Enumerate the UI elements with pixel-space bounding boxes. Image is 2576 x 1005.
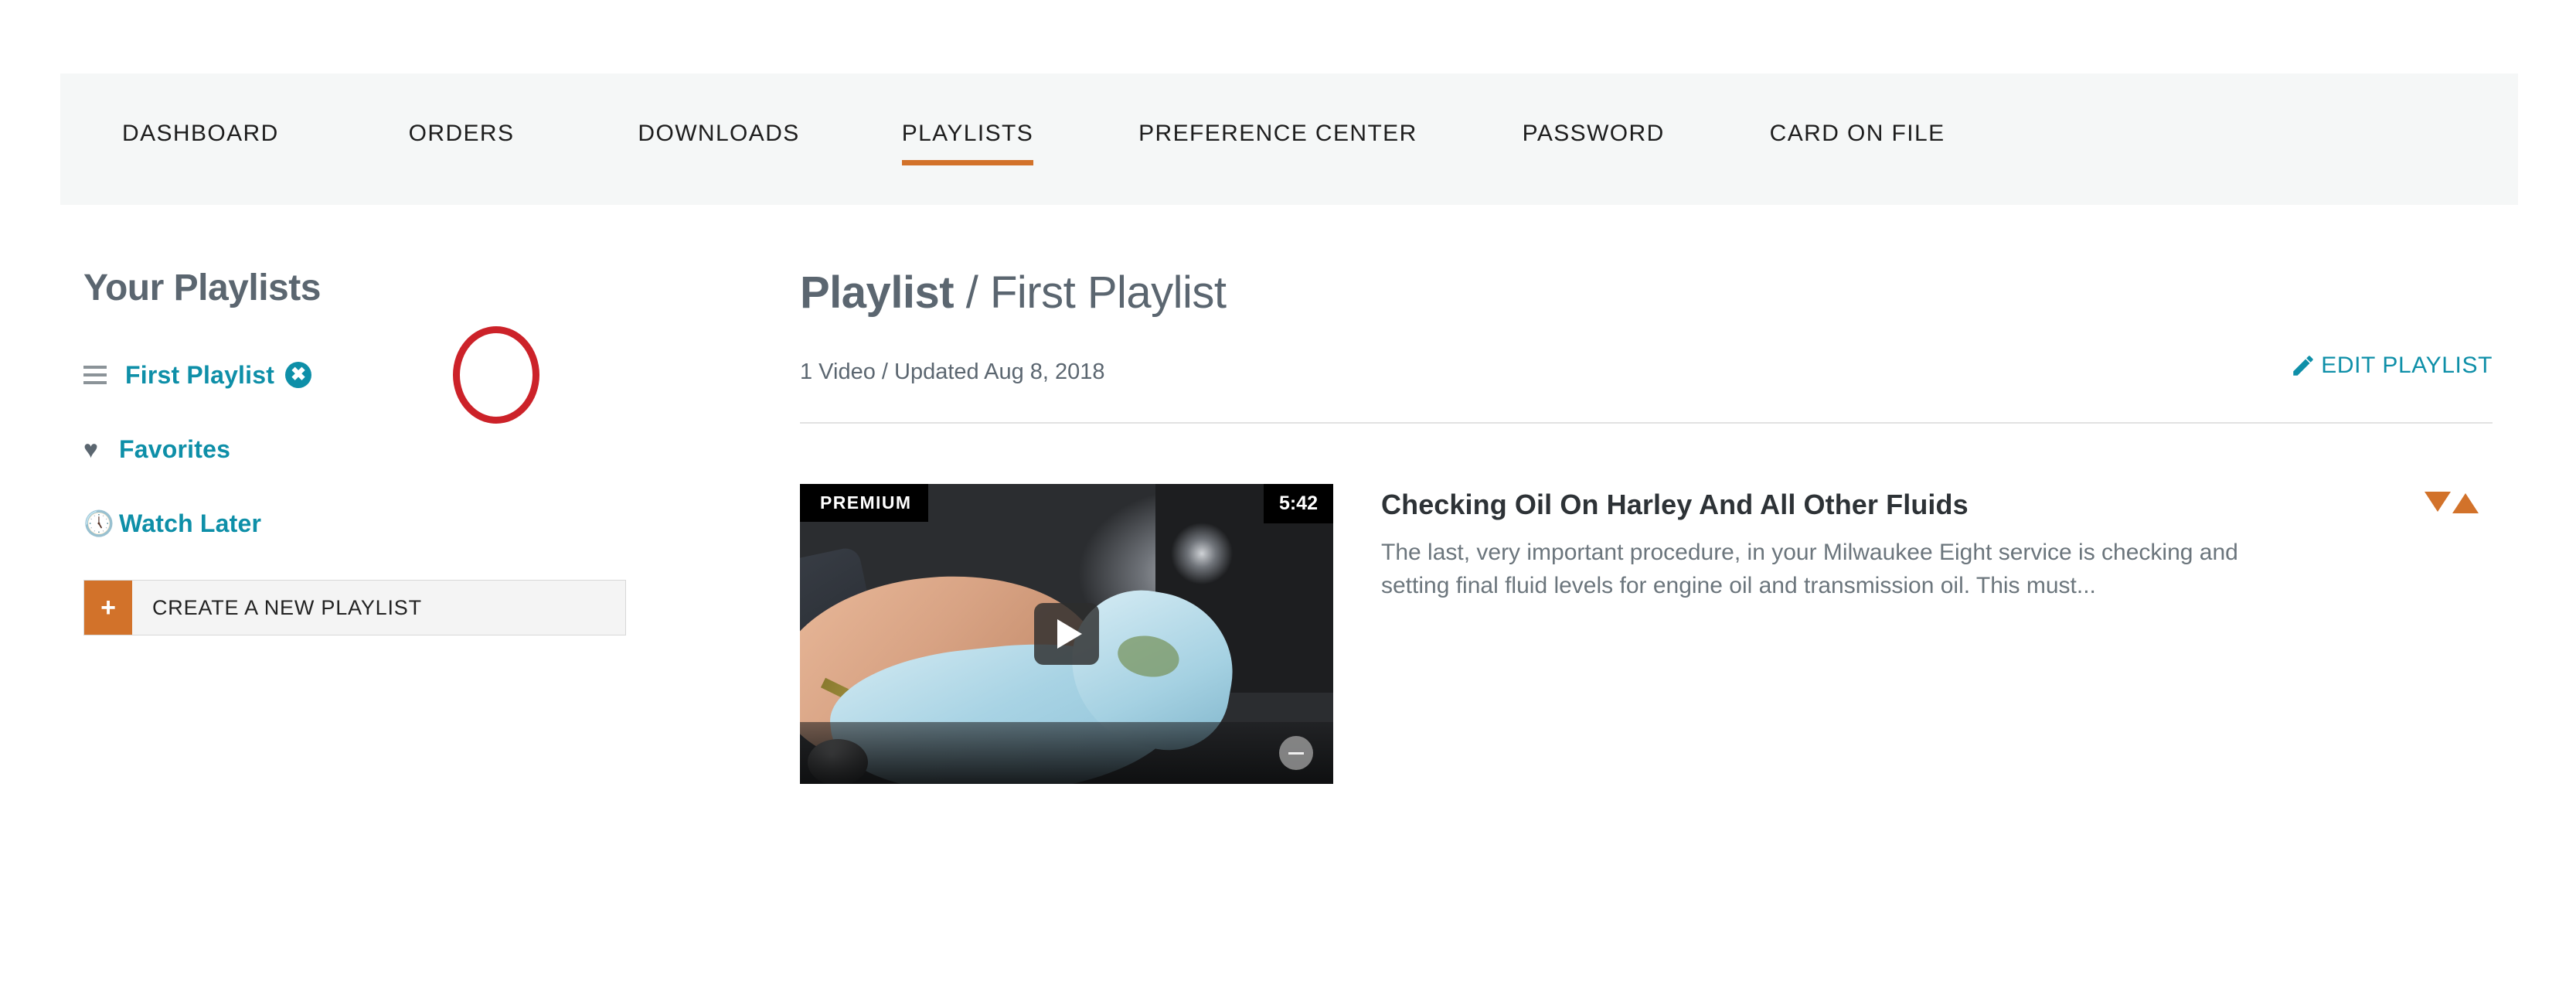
arrow-down-icon[interactable]: [2425, 492, 2451, 512]
tab-orders[interactable]: ORDERS: [409, 121, 515, 158]
clock-icon: 🕔: [83, 509, 114, 537]
edit-playlist-link[interactable]: EDIT PLAYLIST: [2290, 353, 2493, 379]
more-options-icon[interactable]: [1279, 736, 1313, 770]
video-thumbnail[interactable]: PREMIUM 5:42: [800, 484, 1333, 784]
duration-badge: 5:42: [1263, 484, 1333, 523]
tab-downloads[interactable]: DOWNLOADS: [638, 121, 799, 158]
playlists-sidebar: Your Playlists First Playlist ✖ ♥ Favori…: [83, 267, 725, 635]
video-description: The last, very important procedure, in y…: [1381, 540, 2238, 598]
tab-card-on-file[interactable]: CARD ON FILE: [1770, 121, 1945, 158]
tab-password[interactable]: PASSWORD: [1523, 121, 1665, 158]
playlist-video-row: PREMIUM 5:42 Checking Oil On Harley And …: [800, 484, 2493, 784]
sidebar-item-favorites[interactable]: ♥ Favorites: [83, 431, 725, 467]
play-icon[interactable]: [1034, 603, 1099, 665]
edit-playlist-label: EDIT PLAYLIST: [2321, 353, 2493, 378]
sidebar-item-watch-later[interactable]: 🕔 Watch Later: [83, 506, 725, 541]
thumbnail-lower-bar: [800, 722, 1333, 784]
sidebar-title: Your Playlists: [83, 267, 321, 308]
page-body: Your Playlists First Playlist ✖ ♥ Favori…: [0, 205, 2576, 1005]
delete-playlist-icon[interactable]: ✖: [285, 362, 312, 388]
tab-playlists[interactable]: PLAYLISTS: [901, 121, 1034, 165]
plus-icon: +: [84, 581, 132, 635]
sidebar-item-label[interactable]: Favorites: [119, 435, 230, 464]
page-title-prefix: Playlist: [800, 267, 955, 318]
playlist-detail: Playlist / First Playlist 1 Video / Upda…: [800, 267, 2493, 784]
page-title-separator: /: [954, 267, 990, 318]
drag-handle-icon[interactable]: [83, 366, 117, 384]
create-new-playlist-label: CREATE A NEW PLAYLIST: [152, 595, 422, 619]
tab-dashboard[interactable]: DASHBOARD: [122, 121, 279, 158]
video-title[interactable]: Checking Oil On Harley And All Other Flu…: [1381, 489, 2351, 521]
playlist-meta-row: 1 Video / Updated Aug 8, 2018 EDIT PLAYL…: [800, 353, 2493, 424]
video-info: Checking Oil On Harley And All Other Flu…: [1381, 484, 2351, 784]
premium-badge: PREMIUM: [800, 484, 929, 522]
pencil-icon: [2290, 353, 2316, 379]
account-nav-bar: DASHBOARD ORDERS DOWNLOADS PLAYLISTS PRE…: [60, 73, 2518, 205]
heart-icon: ♥: [83, 435, 98, 463]
sidebar-item-label[interactable]: First Playlist: [125, 361, 274, 390]
create-new-playlist-button[interactable]: + CREATE A NEW PLAYLIST: [83, 580, 626, 635]
annotation-circle: [453, 326, 539, 424]
playlist-meta: 1 Video / Updated Aug 8, 2018: [800, 359, 1105, 384]
sidebar-item-label[interactable]: Watch Later: [119, 509, 261, 538]
video-sort-controls: [2425, 492, 2479, 513]
sidebar-item-first-playlist[interactable]: First Playlist ✖: [83, 326, 725, 424]
page-title: Playlist / First Playlist: [800, 267, 2493, 319]
tab-preference-center[interactable]: PREFERENCE CENTER: [1138, 121, 1417, 158]
arrow-up-icon[interactable]: [2452, 493, 2479, 513]
page-title-name: First Playlist: [989, 267, 1227, 318]
